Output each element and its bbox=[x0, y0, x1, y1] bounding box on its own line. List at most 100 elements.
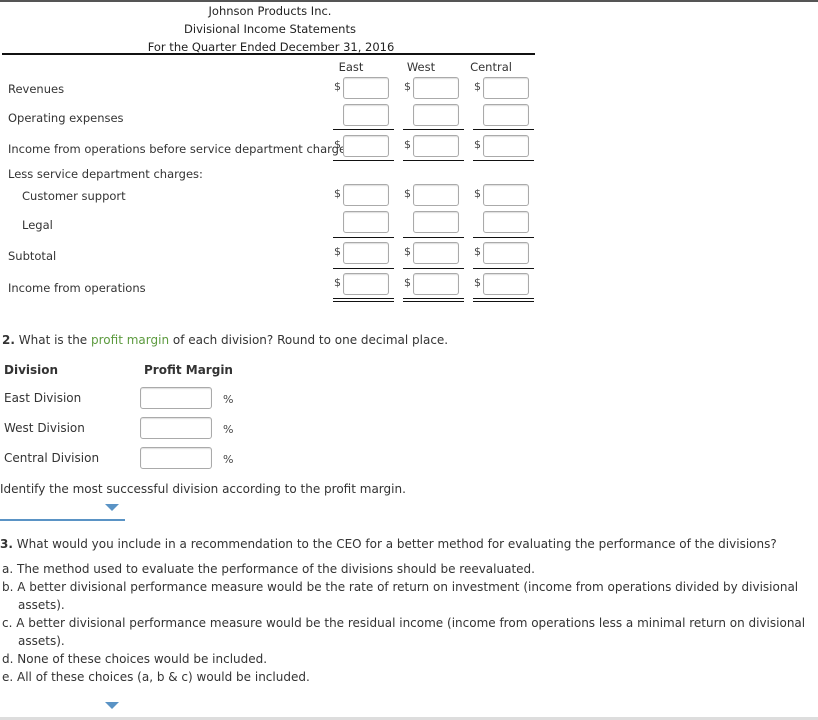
legal-central-input[interactable] bbox=[483, 211, 529, 233]
income-ops-east-cell: $ bbox=[334, 273, 408, 295]
option-e: e. All of these choices (a, b & c) would… bbox=[2, 670, 310, 684]
row-label-income-before-service: Income from operations before service de… bbox=[8, 142, 353, 156]
dollar-sign: $ bbox=[334, 187, 341, 200]
underline bbox=[473, 160, 534, 161]
dollar-sign: $ bbox=[474, 138, 481, 151]
income-before-east-cell: $ bbox=[334, 135, 408, 157]
revenues-east-cell: $ bbox=[334, 77, 408, 99]
customer-support-east-input[interactable] bbox=[343, 184, 389, 206]
income-ops-west-input[interactable] bbox=[413, 273, 459, 295]
income-before-west-input[interactable] bbox=[413, 135, 459, 157]
double-underline bbox=[333, 298, 394, 302]
revenues-west-cell: $ bbox=[404, 77, 478, 99]
opex-west-input[interactable] bbox=[413, 104, 459, 126]
income-ops-central-cell: $ bbox=[474, 273, 548, 295]
income-ops-east-input[interactable] bbox=[343, 273, 389, 295]
central-profit-margin-input[interactable] bbox=[140, 447, 212, 469]
underline bbox=[403, 160, 464, 161]
chevron-down-icon bbox=[105, 702, 119, 709]
company-name: Johnson Products Inc. bbox=[208, 4, 332, 18]
income-before-central-cell: $ bbox=[474, 135, 548, 157]
profit-margin-column-header: Profit Margin bbox=[144, 363, 233, 377]
dollar-sign: $ bbox=[334, 80, 341, 93]
question-2: 2. What is the profit margin of each div… bbox=[2, 333, 448, 347]
division-column-header: Division bbox=[4, 363, 59, 377]
double-underline bbox=[403, 298, 464, 302]
income-before-west-cell: $ bbox=[404, 135, 478, 157]
opex-central-input[interactable] bbox=[483, 104, 529, 126]
dollar-sign: $ bbox=[474, 276, 481, 289]
west-division-label: West Division bbox=[4, 421, 85, 435]
east-division-label: East Division bbox=[4, 391, 82, 405]
row-label-legal: Legal bbox=[22, 218, 53, 232]
income-before-central-input[interactable] bbox=[483, 135, 529, 157]
dollar-sign: $ bbox=[474, 80, 481, 93]
option-a: a. The method used to evaluate the perfo… bbox=[2, 562, 535, 576]
opex-west-cell bbox=[408, 104, 478, 126]
identify-prompt: Identify the most successful division ac… bbox=[0, 482, 406, 496]
central-division-label: Central Division bbox=[4, 451, 100, 465]
dollar-sign: $ bbox=[474, 187, 481, 200]
revenues-central-input[interactable] bbox=[483, 77, 529, 99]
profit-margin-link[interactable]: profit margin bbox=[91, 333, 169, 347]
row-label-subtotal: Subtotal bbox=[8, 249, 57, 263]
customer-support-central-cell: $ bbox=[474, 184, 548, 206]
row-label-income-from-operations: Income from operations bbox=[8, 281, 146, 295]
underline bbox=[333, 129, 394, 130]
percent-sign: % bbox=[223, 393, 234, 406]
revenues-east-input[interactable] bbox=[343, 77, 389, 99]
revenues-west-input[interactable] bbox=[413, 77, 459, 99]
dollar-sign: $ bbox=[334, 138, 341, 151]
double-underline bbox=[473, 298, 534, 302]
legal-east-input[interactable] bbox=[343, 211, 389, 233]
dollar-sign: $ bbox=[474, 245, 481, 258]
option-b: b. A better divisional performance measu… bbox=[2, 580, 799, 594]
option-d: d. None of these choices would be includ… bbox=[2, 652, 268, 666]
option-b-continued: assets). bbox=[18, 598, 65, 612]
question-text: What is the bbox=[18, 333, 92, 347]
opex-east-input[interactable] bbox=[343, 104, 389, 126]
underline bbox=[473, 268, 534, 269]
dollar-sign: $ bbox=[404, 276, 411, 289]
option-c: c. A better divisional performance measu… bbox=[2, 616, 806, 630]
legal-west-input[interactable] bbox=[413, 211, 459, 233]
percent-sign: % bbox=[223, 423, 234, 436]
west-profit-margin-input[interactable] bbox=[140, 417, 212, 439]
customer-support-east-cell: $ bbox=[334, 184, 408, 206]
legal-west-cell bbox=[408, 211, 478, 233]
underline bbox=[403, 129, 464, 130]
dollar-sign: $ bbox=[404, 138, 411, 151]
opex-east-cell bbox=[338, 104, 408, 126]
column-header-west: West bbox=[406, 60, 436, 74]
row-label-less-service-charges: Less service department charges: bbox=[8, 167, 203, 181]
question-number: 3. bbox=[0, 537, 13, 551]
legal-central-cell bbox=[478, 211, 548, 233]
customer-support-west-cell: $ bbox=[404, 184, 478, 206]
income-before-east-input[interactable] bbox=[343, 135, 389, 157]
most-successful-division-dropdown[interactable] bbox=[0, 497, 125, 521]
dollar-sign: $ bbox=[334, 245, 341, 258]
subtotal-central-cell: $ bbox=[474, 242, 548, 264]
subtotal-east-input[interactable] bbox=[343, 242, 389, 264]
subtotal-west-input[interactable] bbox=[413, 242, 459, 264]
chevron-down-icon bbox=[105, 504, 119, 511]
statement-period: For the Quarter Ended December 31, 2016 bbox=[147, 40, 395, 54]
underline bbox=[333, 268, 394, 269]
customer-support-central-input[interactable] bbox=[483, 184, 529, 206]
dollar-sign: $ bbox=[404, 245, 411, 258]
underline bbox=[333, 160, 394, 161]
east-profit-margin-input[interactable] bbox=[140, 387, 212, 409]
underline bbox=[403, 237, 464, 238]
question-number: 2. bbox=[2, 333, 15, 347]
column-header-central: Central bbox=[470, 60, 512, 74]
column-header-east: East bbox=[338, 60, 364, 74]
dollar-sign: $ bbox=[404, 80, 411, 93]
header-rule bbox=[2, 53, 535, 55]
question-text-end: of each division? Round to one decimal p… bbox=[169, 333, 449, 347]
income-ops-central-input[interactable] bbox=[483, 273, 529, 295]
recommendation-dropdown[interactable] bbox=[0, 695, 125, 719]
legal-east-cell bbox=[338, 211, 408, 233]
subtotal-central-input[interactable] bbox=[483, 242, 529, 264]
customer-support-west-input[interactable] bbox=[413, 184, 459, 206]
row-label-operating-expenses: Operating expenses bbox=[8, 111, 124, 125]
